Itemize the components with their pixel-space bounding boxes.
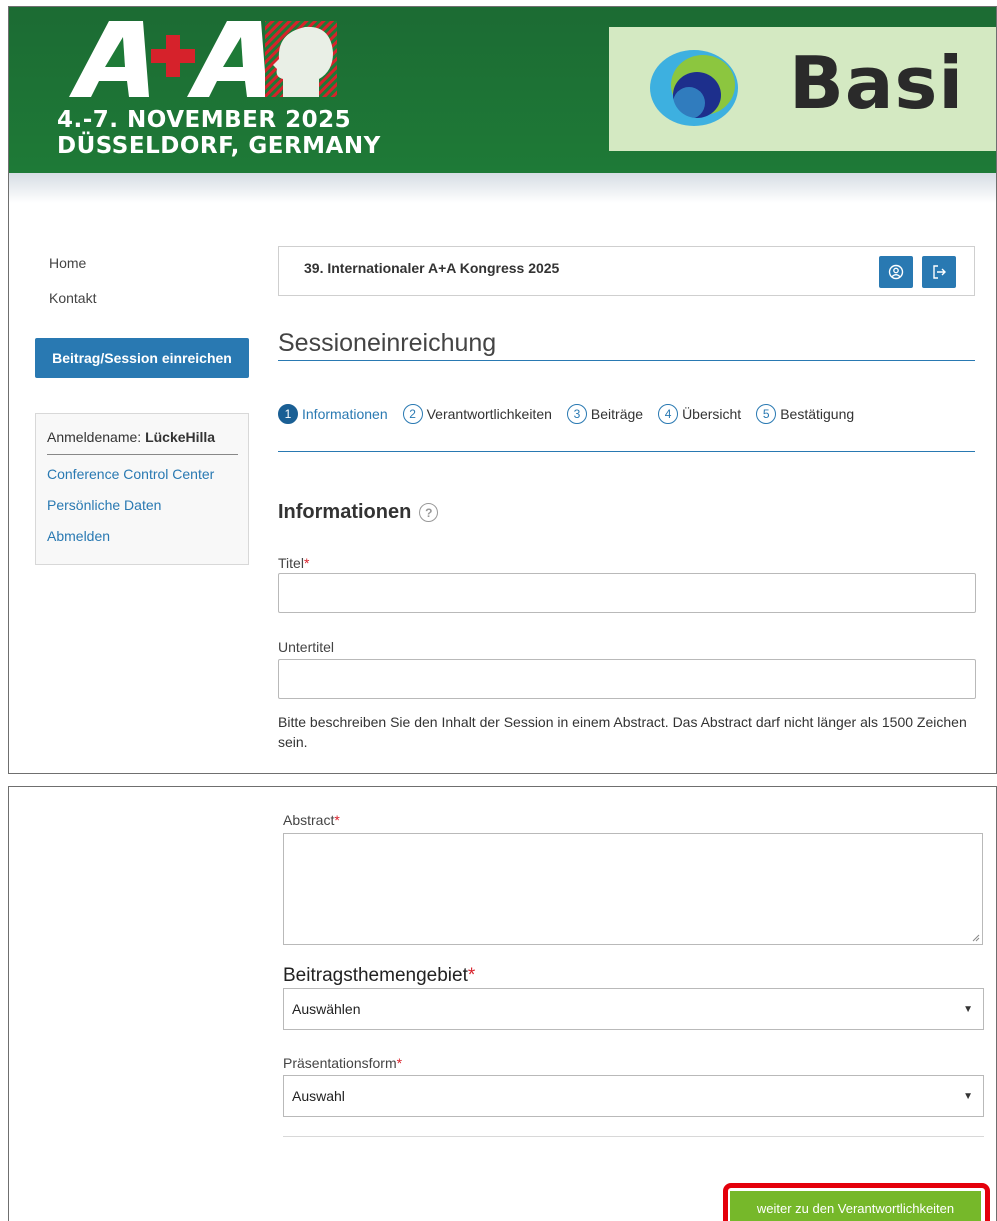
sponsor-name: Basi [789, 41, 964, 125]
required-mark: * [334, 812, 340, 828]
section-title-text: Informationen [278, 501, 412, 523]
step-label: Bestätigung [780, 406, 855, 422]
step-number: 3 [566, 404, 587, 424]
form-divider [283, 1136, 984, 1137]
title-label: Titel* [278, 555, 309, 571]
screenshot-panel-bottom: Abstract* Beitragsthemengebiet* Auswähle… [8, 786, 997, 1221]
subtitle-label: Untertitel [278, 639, 335, 655]
format-label-text: Präsentationsform [283, 1055, 397, 1071]
format-label: Präsentationsform* [283, 1055, 402, 1071]
format-select[interactable]: Auswahl ▼ [283, 1075, 984, 1117]
personal-data-link[interactable]: Persönliche Daten [47, 497, 161, 513]
step-verantwortlichkeiten[interactable]: 2 Verantwortlichkeiten [402, 404, 552, 424]
title-divider [278, 360, 975, 361]
topic-select[interactable]: Auswählen ▼ [283, 988, 984, 1030]
login-divider [47, 454, 238, 455]
location-line: DÜSSELDORF, GERMANY [57, 133, 381, 159]
step-label: Übersicht [682, 406, 742, 422]
conference-control-center-link[interactable]: Conference Control Center [47, 466, 214, 482]
event-dates: 4.-7. NOVEMBER 2025 DÜSSELDORF, GERMANY [57, 107, 381, 159]
nav-kontakt-link[interactable]: Kontakt [49, 290, 96, 306]
topic-selected-value: Auswählen [292, 1001, 361, 1017]
topic-label: Beitragsthemengebiet* [283, 965, 475, 987]
step-number: 5 [756, 404, 777, 424]
submit-session-button[interactable]: Beitrag/Session einreichen [35, 338, 249, 378]
title-label-text: Titel [278, 555, 304, 571]
logout-button[interactable] [922, 256, 956, 288]
help-icon[interactable]: ? [419, 503, 439, 522]
abstract-label: Abstract* [283, 812, 340, 828]
steps-divider [278, 451, 975, 452]
date-line: 4.-7. NOVEMBER 2025 [57, 107, 352, 133]
highlight-frame [723, 1183, 990, 1221]
chevron-down-icon: ▼ [963, 1004, 973, 1015]
login-username: LückeHilla [145, 429, 216, 445]
section-title: Informationen ? [278, 501, 439, 524]
resize-grip-icon[interactable] [972, 934, 980, 942]
step-label: Informationen [302, 406, 388, 422]
sponsor-banner: Basi [609, 27, 996, 151]
topic-label-text: Beitragsthemengebiet [283, 965, 468, 986]
login-box: Anmeldename: LückeHilla Conference Contr… [35, 413, 249, 565]
nav-home-link[interactable]: Home [49, 255, 86, 271]
login-name-label: Anmeldename: [47, 429, 142, 445]
logout-link[interactable]: Abmelden [47, 528, 110, 544]
step-number: 1 [278, 404, 298, 424]
step-number: 4 [658, 404, 679, 424]
required-mark: * [467, 965, 476, 986]
chevron-down-icon: ▼ [963, 1091, 973, 1102]
abstract-hint: Bitte beschreiben Sie den Inhalt der Ses… [278, 714, 967, 750]
header-shadow [9, 173, 996, 203]
aa-logo [69, 21, 337, 97]
conference-title: 39. Internationaler A+A Kongress 2025 [304, 260, 560, 276]
step-informationen[interactable]: 1 Informationen [278, 404, 388, 424]
conference-header: 39. Internationaler A+A Kongress 2025 [278, 246, 975, 296]
page-title: Sessioneinreichung [278, 329, 497, 357]
profile-icon [888, 264, 904, 280]
required-mark: * [303, 555, 310, 571]
basi-logo-icon [650, 50, 738, 126]
subtitle-input[interactable] [278, 659, 976, 699]
step-uebersicht[interactable]: 4 Übersicht [658, 404, 741, 424]
title-input[interactable] [278, 573, 976, 613]
step-bestaetigung[interactable]: 5 Bestätigung [756, 404, 854, 424]
screenshot-panel-top: 4.-7. NOVEMBER 2025 DÜSSELDORF, GERMANY … [8, 6, 997, 774]
required-mark: * [396, 1055, 403, 1071]
step-label: Verantwortlichkeiten [426, 406, 552, 422]
step-wizard: 1 Informationen 2 Verantwortlichkeiten 3… [278, 403, 869, 425]
step-label: Beiträge [590, 406, 644, 422]
profile-button[interactable] [879, 256, 913, 288]
step-beitraege[interactable]: 3 Beiträge [566, 404, 644, 424]
abstract-label-text: Abstract [283, 812, 335, 828]
step-number: 2 [402, 404, 423, 424]
logout-icon [933, 265, 946, 279]
format-selected-value: Auswahl [292, 1088, 345, 1104]
login-name: Anmeldename: LückeHilla [47, 429, 215, 445]
header-banner: 4.-7. NOVEMBER 2025 DÜSSELDORF, GERMANY … [9, 7, 996, 173]
abstract-textarea[interactable] [283, 833, 983, 945]
